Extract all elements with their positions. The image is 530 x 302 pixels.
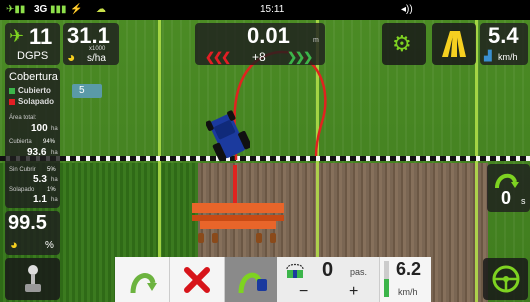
turn-right-button[interactable] [225,257,277,302]
legend-overlap: Solapado [18,97,55,106]
uturn-right-tractor-icon [238,272,267,294]
uturn-value: 0 [501,188,512,208]
uturn-left-icon [130,273,157,294]
covered-value: 93.6 [27,147,47,158]
weather-icon: ☁ [96,4,106,15]
target-speed-control[interactable]: 6.2 km/h [379,257,431,302]
efficiency-panel[interactable]: 99.5 ◕ % [5,211,60,255]
overlap-pct: 1% [47,187,56,193]
satellite-icon: ✈ [9,26,25,46]
seed-rate-panel[interactable]: 31.1 ◕ x1000 s/ha [63,23,119,65]
ground-speed-unit: km/h [498,52,518,62]
guidance-lines-icon [442,31,466,57]
efficiency-unit: % [45,240,54,251]
lightning-icon: ⚡ [70,4,83,15]
speed-bar-fill [384,279,389,297]
offset-unit: m [313,37,319,44]
uturn-icon [495,173,519,189]
legend-covered: Cubierto [18,86,51,95]
satellite-count: 11 [29,24,53,49]
implement-small-icon [286,263,304,278]
seed-icon: ◕ [67,49,76,65]
guidance-lines-button[interactable] [432,23,476,65]
implement-icon [192,203,284,243]
overlap-swatch [9,99,15,105]
bottom-toolbar: 0 pas. − + 6.2 km/h [115,257,431,302]
gps-signal-icon: ✈▮▮ [6,4,26,15]
section-control-button[interactable]: ⚙ [382,23,426,65]
tractor-icon [206,110,250,162]
covered-pct: 94% [43,139,56,145]
overlap-label: Solapado [9,187,35,193]
clock: 15:11 [260,4,285,15]
uncovered-pct: 5% [47,167,56,173]
seed-rate-multiplier: x1000 [89,46,106,52]
target-speed-value: 6.2 [396,259,422,279]
volume-icon: ◂)) [401,4,413,15]
gps-panel[interactable]: ✈ 11 DGPS [5,23,60,65]
passes-minus-button[interactable]: − [278,283,328,302]
passes-value: 0 [322,259,334,281]
steering-wheel-icon [492,265,520,293]
steer-right-arrows-icon: ❯❯❯ [287,50,313,64]
line-number: +8 [252,50,266,64]
coverage-title: Cobertura [9,71,58,83]
close-icon [184,267,210,293]
guidance-panel[interactable]: 0.01 m ❮❮❮ +8 ❯❯❯ [195,23,325,65]
minus-label: − [299,283,309,300]
gps-mode: DGPS [17,50,49,62]
uncovered-unit: ha [51,177,58,183]
uncovered-value: 5.3 [33,174,47,185]
area-total-value: 100 [31,123,48,134]
coverage-panel[interactable]: Cobertura Cubierto Solapado Área total: … [5,68,60,208]
uturn-unit: s [521,196,526,206]
gears-icon: ⚙ [392,31,412,56]
autosteer-button[interactable] [483,258,528,300]
flag-marker-label: 5 [79,85,85,96]
passes-control: 0 pas. − + [278,257,378,302]
steer-left-arrows-icon: ❮❮❮ [205,50,231,64]
ground-speed-value: 5.4 [488,23,519,48]
gauge-icon: ◕ [10,237,18,252]
cross-track-offset: 0.01 [247,23,290,48]
passes-unit: pas. [350,267,368,277]
area-total-unit: ha [51,126,58,132]
area-total-label: Área total: [9,115,37,121]
target-speed-unit: km/h [398,287,418,297]
efficiency-value: 99.5 [8,212,47,234]
cell-signal-icon: ▮▮▮ [50,4,67,15]
uturn-panel[interactable]: 0 s [487,164,530,212]
covered-swatch [9,88,15,94]
covered-unit: ha [51,150,58,156]
cancel-button[interactable] [170,257,225,302]
flag-marker[interactable]: 5 [72,84,102,98]
uncovered-label: Sin Cubrir [9,167,36,173]
overlap-value: 1.1 [33,194,47,205]
plus-label: + [349,283,359,300]
status-bar: ✈▮▮ 3G ▮▮▮ ⚡ ☁ 15:11 ◂)) [0,0,530,20]
joystick-button[interactable] [5,258,60,300]
covered-label: Cubierta [9,139,32,145]
network-label: 3G [34,4,48,15]
ground-speed-panel[interactable]: 5.4 ▟ km/h [480,23,528,65]
seed-rate-unit: s/ha [87,53,106,64]
tractor-small-icon: ▟ [484,51,492,62]
joystick-icon [25,265,41,292]
overlap-unit: ha [51,197,58,203]
passes-plus-button[interactable]: + [328,283,378,302]
turn-left-button[interactable] [115,257,170,302]
